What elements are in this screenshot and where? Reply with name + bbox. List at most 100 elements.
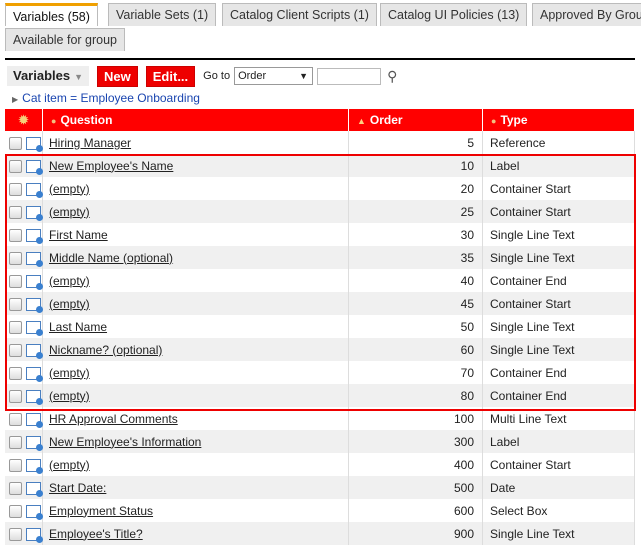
tab-approved-by-group[interactable]: Approved By Group [532,3,641,26]
type-cell: Container End [482,384,635,407]
row-select [5,292,43,315]
question-link[interactable]: (empty) [49,458,90,472]
tab-variables[interactable]: Variables (58) [5,3,98,26]
order-cell: 50 [348,315,483,338]
tab-variable-sets[interactable]: Variable Sets (1) [108,3,217,26]
order-cell: 70 [348,361,483,384]
row-select [5,453,43,476]
preview-record-icon[interactable] [26,320,43,336]
question-link[interactable]: (empty) [49,205,90,219]
question-link[interactable]: (empty) [49,297,90,311]
divider [5,58,635,60]
row-checkbox[interactable] [9,274,22,288]
filter-breadcrumb[interactable]: ▶ Cat item = Employee Onboarding [12,91,200,105]
order-cell: 300 [348,430,483,453]
question-link[interactable]: Nickname? (optional) [49,343,162,357]
question-link[interactable]: (empty) [49,389,90,403]
column-settings-icon[interactable]: ✹ [5,109,43,131]
sort-icon: ● [51,116,57,126]
preview-record-icon[interactable] [26,481,43,497]
order-cell: 40 [348,269,483,292]
row-checkbox[interactable] [9,366,22,380]
row-checkbox[interactable] [9,435,22,449]
question-cell: (empty) [42,200,349,223]
table-row: (empty) 40 Container End [5,269,635,292]
question-link[interactable]: (empty) [49,274,90,288]
new-button[interactable]: New [97,65,138,87]
row-checkbox[interactable] [9,205,22,219]
preview-record-icon[interactable] [26,504,43,520]
tab-catalog-client-scripts[interactable]: Catalog Client Scripts (1) [222,3,377,26]
preview-record-icon[interactable] [26,205,43,221]
question-link[interactable]: New Employee's Information [49,435,201,449]
preview-record-icon[interactable] [26,458,43,474]
question-link[interactable]: New Employee's Name [49,159,173,173]
header-type[interactable]: ● Type [482,109,635,131]
order-cell: 80 [348,384,483,407]
row-checkbox[interactable] [9,297,22,311]
table-row: Hiring Manager 5 Reference [5,131,635,154]
row-checkbox[interactable] [9,504,22,518]
type-cell: Label [482,154,635,177]
type-cell: Container Start [482,292,635,315]
preview-record-icon[interactable] [26,136,43,152]
preview-record-icon[interactable] [26,366,43,382]
question-link[interactable]: (empty) [49,182,90,196]
preview-record-icon[interactable] [26,159,43,175]
preview-record-icon[interactable] [26,228,43,244]
row-checkbox[interactable] [9,389,22,403]
question-link[interactable]: Start Date: [49,481,106,495]
header-order[interactable]: ▲ Order [348,109,483,131]
row-checkbox[interactable] [9,228,22,242]
preview-record-icon[interactable] [26,343,43,359]
question-link[interactable]: First Name [49,228,108,242]
question-link[interactable]: Middle Name (optional) [49,251,173,265]
question-cell: First Name [42,223,349,246]
row-checkbox[interactable] [9,412,22,426]
preview-record-icon[interactable] [26,297,43,313]
question-link[interactable]: Last Name [49,320,107,334]
question-link[interactable]: Employment Status [49,504,153,518]
row-checkbox[interactable] [9,458,22,472]
question-cell: Employment Status [42,499,349,522]
row-checkbox[interactable] [9,343,22,357]
preview-record-icon[interactable] [26,389,43,405]
preview-record-icon[interactable] [26,435,43,451]
preview-record-icon[interactable] [26,412,43,428]
question-cell: Employee's Title? [42,522,349,545]
goto-field-select[interactable]: Order ▼ [234,67,314,85]
row-checkbox[interactable] [9,527,22,541]
header-question[interactable]: ● Question [42,109,349,131]
row-checkbox[interactable] [9,182,22,196]
type-cell: Container Start [482,453,635,476]
preview-record-icon[interactable] [26,274,43,290]
table-row: Start Date: 500 Date [5,476,635,499]
table-row: First Name 30 Single Line Text [5,223,635,246]
question-link[interactable]: Employee's Title? [49,527,143,541]
question-link[interactable]: (empty) [49,366,90,380]
table-row: (empty) 45 Container Start [5,292,635,315]
question-cell: New Employee's Information [42,430,349,453]
question-cell: (empty) [42,292,349,315]
question-link[interactable]: Hiring Manager [49,136,131,150]
preview-record-icon[interactable] [26,182,43,198]
table-row: (empty) 70 Container End [5,361,635,384]
row-checkbox[interactable] [9,481,22,495]
table-row: Employee's Title? 900 Single Line Text [5,522,635,545]
row-checkbox[interactable] [9,320,22,334]
preview-record-icon[interactable] [26,527,43,543]
list-title-menu[interactable]: Variables ▼ [7,66,90,86]
question-cell: HR Approval Comments [42,407,349,430]
row-checkbox[interactable] [9,136,22,150]
type-cell: Container Start [482,177,635,200]
row-checkbox[interactable] [9,251,22,265]
search-icon[interactable]: ⚲ [387,68,397,85]
preview-record-icon[interactable] [26,251,43,267]
edit-button[interactable]: Edit... [145,65,196,87]
tab-available-for-group[interactable]: Available for group [5,28,126,51]
row-checkbox[interactable] [9,159,22,173]
question-cell: (empty) [42,453,349,476]
question-link[interactable]: HR Approval Comments [49,412,178,426]
goto-search-input[interactable] [317,67,382,85]
tab-catalog-ui-policies[interactable]: Catalog UI Policies (13) [380,3,528,26]
